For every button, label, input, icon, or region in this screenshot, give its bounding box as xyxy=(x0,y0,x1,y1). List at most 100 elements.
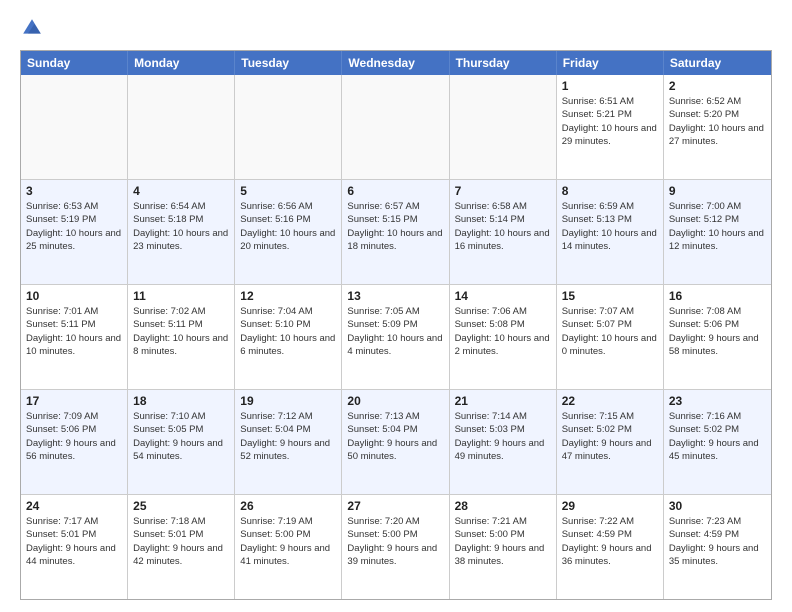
day-cell: 8Sunrise: 6:59 AMSunset: 5:13 PMDaylight… xyxy=(557,180,664,284)
day-info: Sunrise: 7:12 AMSunset: 5:04 PMDaylight:… xyxy=(240,410,336,463)
calendar-row: 24 Sunrise: 7:17 AMSunset: 5:01 PMDayligh… xyxy=(21,494,771,599)
calendar-body: 1 Sunrise: 6:51 AMSunset: 5:21 PMDaylight… xyxy=(21,75,771,599)
header xyxy=(20,16,772,40)
day-info: Sunrise: 6:52 AMSunset: 5:20 PMDaylight:… xyxy=(669,95,766,148)
day-number: 27 xyxy=(347,499,443,513)
day-number: 2 xyxy=(669,79,766,93)
empty-cell xyxy=(128,75,235,179)
day-cell: 30Sunrise: 7:23 AMSunset: 4:59 PMDayligh… xyxy=(664,495,771,599)
day-info: Sunrise: 7:17 AMSunset: 5:01 PMDaylight:… xyxy=(26,515,122,568)
day-info: Sunrise: 7:22 AMSunset: 4:59 PMDaylight:… xyxy=(562,515,658,568)
day-number: 6 xyxy=(347,184,443,198)
day-info: Sunrise: 7:09 AMSunset: 5:06 PMDaylight:… xyxy=(26,410,122,463)
day-info: Sunrise: 7:15 AMSunset: 5:02 PMDaylight:… xyxy=(562,410,658,463)
day-info: Sunrise: 7:14 AMSunset: 5:03 PMDaylight:… xyxy=(455,410,551,463)
day-info: Sunrise: 6:57 AMSunset: 5:15 PMDaylight:… xyxy=(347,200,443,253)
day-number: 18 xyxy=(133,394,229,408)
day-cell: 10 Sunrise: 7:01 AMSunset: 5:11 PMDayligh… xyxy=(21,285,128,389)
day-number: 10 xyxy=(26,289,122,303)
day-info: Sunrise: 7:18 AMSunset: 5:01 PMDaylight:… xyxy=(133,515,229,568)
day-cell: 14Sunrise: 7:06 AMSunset: 5:08 PMDayligh… xyxy=(450,285,557,389)
day-cell: 26 Sunrise: 7:19 AMSunset: 5:00 PMDayligh… xyxy=(235,495,342,599)
day-info: Sunrise: 7:16 AMSunset: 5:02 PMDaylight:… xyxy=(669,410,766,463)
day-cell: 23Sunrise: 7:16 AMSunset: 5:02 PMDayligh… xyxy=(664,390,771,494)
day-cell: 28 Sunrise: 7:21 AMSunset: 5:00 PMDayligh… xyxy=(450,495,557,599)
day-number: 26 xyxy=(240,499,336,513)
day-cell: 9 Sunrise: 7:00 AMSunset: 5:12 PMDaylight… xyxy=(664,180,771,284)
day-number: 29 xyxy=(562,499,658,513)
day-cell: 25Sunrise: 7:18 AMSunset: 5:01 PMDayligh… xyxy=(128,495,235,599)
day-cell: 4Sunrise: 6:54 AMSunset: 5:18 PMDaylight… xyxy=(128,180,235,284)
day-number: 3 xyxy=(26,184,122,198)
day-number: 28 xyxy=(455,499,551,513)
day-cell: 19Sunrise: 7:12 AMSunset: 5:04 PMDayligh… xyxy=(235,390,342,494)
weekday-header: Sunday xyxy=(21,51,128,75)
day-cell: 20 Sunrise: 7:13 AMSunset: 5:04 PMDayligh… xyxy=(342,390,449,494)
day-cell: 24 Sunrise: 7:17 AMSunset: 5:01 PMDayligh… xyxy=(21,495,128,599)
day-info: Sunrise: 7:13 AMSunset: 5:04 PMDaylight:… xyxy=(347,410,443,463)
day-cell: 16 Sunrise: 7:08 AMSunset: 5:06 PMDayligh… xyxy=(664,285,771,389)
day-info: Sunrise: 7:21 AMSunset: 5:00 PMDaylight:… xyxy=(455,515,551,568)
empty-cell xyxy=(21,75,128,179)
weekday-header: Wednesday xyxy=(342,51,449,75)
weekday-header: Friday xyxy=(557,51,664,75)
day-number: 1 xyxy=(562,79,658,93)
day-number: 12 xyxy=(240,289,336,303)
logo xyxy=(20,16,48,40)
day-number: 14 xyxy=(455,289,551,303)
day-cell: 13 Sunrise: 7:05 AMSunset: 5:09 PMDayligh… xyxy=(342,285,449,389)
day-cell: 1 Sunrise: 6:51 AMSunset: 5:21 PMDaylight… xyxy=(557,75,664,179)
weekday-header: Thursday xyxy=(450,51,557,75)
day-number: 11 xyxy=(133,289,229,303)
day-cell: 2 Sunrise: 6:52 AMSunset: 5:20 PMDaylight… xyxy=(664,75,771,179)
empty-cell xyxy=(235,75,342,179)
day-cell: 5Sunrise: 6:56 AMSunset: 5:16 PMDaylight… xyxy=(235,180,342,284)
day-info: Sunrise: 7:00 AMSunset: 5:12 PMDaylight:… xyxy=(669,200,766,253)
day-number: 17 xyxy=(26,394,122,408)
day-cell: 11 Sunrise: 7:02 AMSunset: 5:11 PMDayligh… xyxy=(128,285,235,389)
day-info: Sunrise: 6:59 AMSunset: 5:13 PMDaylight:… xyxy=(562,200,658,253)
day-info: Sunrise: 7:07 AMSunset: 5:07 PMDaylight:… xyxy=(562,305,658,358)
day-info: Sunrise: 7:01 AMSunset: 5:11 PMDaylight:… xyxy=(26,305,122,358)
day-number: 4 xyxy=(133,184,229,198)
day-cell: 29 Sunrise: 7:22 AMSunset: 4:59 PMDayligh… xyxy=(557,495,664,599)
day-cell: 22 Sunrise: 7:15 AMSunset: 5:02 PMDayligh… xyxy=(557,390,664,494)
page: SundayMondayTuesdayWednesdayThursdayFrid… xyxy=(0,0,792,612)
day-cell: 7Sunrise: 6:58 AMSunset: 5:14 PMDaylight… xyxy=(450,180,557,284)
day-number: 22 xyxy=(562,394,658,408)
day-info: Sunrise: 6:51 AMSunset: 5:21 PMDaylight:… xyxy=(562,95,658,148)
day-cell: 12 Sunrise: 7:04 AMSunset: 5:10 PMDayligh… xyxy=(235,285,342,389)
calendar-row: 1 Sunrise: 6:51 AMSunset: 5:21 PMDaylight… xyxy=(21,75,771,179)
day-number: 30 xyxy=(669,499,766,513)
day-number: 21 xyxy=(455,394,551,408)
empty-cell xyxy=(342,75,449,179)
day-info: Sunrise: 6:58 AMSunset: 5:14 PMDaylight:… xyxy=(455,200,551,253)
calendar-row: 17 Sunrise: 7:09 AMSunset: 5:06 PMDayligh… xyxy=(21,389,771,494)
day-number: 9 xyxy=(669,184,766,198)
calendar-row: 3 Sunrise: 6:53 AMSunset: 5:19 PMDaylight… xyxy=(21,179,771,284)
day-cell: 15Sunrise: 7:07 AMSunset: 5:07 PMDayligh… xyxy=(557,285,664,389)
calendar-header: SundayMondayTuesdayWednesdayThursdayFrid… xyxy=(21,51,771,75)
day-cell: 21 Sunrise: 7:14 AMSunset: 5:03 PMDayligh… xyxy=(450,390,557,494)
day-info: Sunrise: 7:05 AMSunset: 5:09 PMDaylight:… xyxy=(347,305,443,358)
day-cell: 17 Sunrise: 7:09 AMSunset: 5:06 PMDayligh… xyxy=(21,390,128,494)
day-info: Sunrise: 6:53 AMSunset: 5:19 PMDaylight:… xyxy=(26,200,122,253)
day-cell: 18 Sunrise: 7:10 AMSunset: 5:05 PMDayligh… xyxy=(128,390,235,494)
day-number: 16 xyxy=(669,289,766,303)
day-number: 13 xyxy=(347,289,443,303)
weekday-header: Monday xyxy=(128,51,235,75)
day-number: 24 xyxy=(26,499,122,513)
empty-cell xyxy=(450,75,557,179)
day-cell: 27Sunrise: 7:20 AMSunset: 5:00 PMDayligh… xyxy=(342,495,449,599)
weekday-header: Saturday xyxy=(664,51,771,75)
day-info: Sunrise: 7:10 AMSunset: 5:05 PMDaylight:… xyxy=(133,410,229,463)
logo-icon xyxy=(20,16,44,40)
calendar: SundayMondayTuesdayWednesdayThursdayFrid… xyxy=(20,50,772,600)
day-info: Sunrise: 7:19 AMSunset: 5:00 PMDaylight:… xyxy=(240,515,336,568)
day-info: Sunrise: 7:02 AMSunset: 5:11 PMDaylight:… xyxy=(133,305,229,358)
weekday-header: Tuesday xyxy=(235,51,342,75)
day-number: 20 xyxy=(347,394,443,408)
day-info: Sunrise: 7:08 AMSunset: 5:06 PMDaylight:… xyxy=(669,305,766,358)
day-number: 5 xyxy=(240,184,336,198)
day-info: Sunrise: 7:04 AMSunset: 5:10 PMDaylight:… xyxy=(240,305,336,358)
